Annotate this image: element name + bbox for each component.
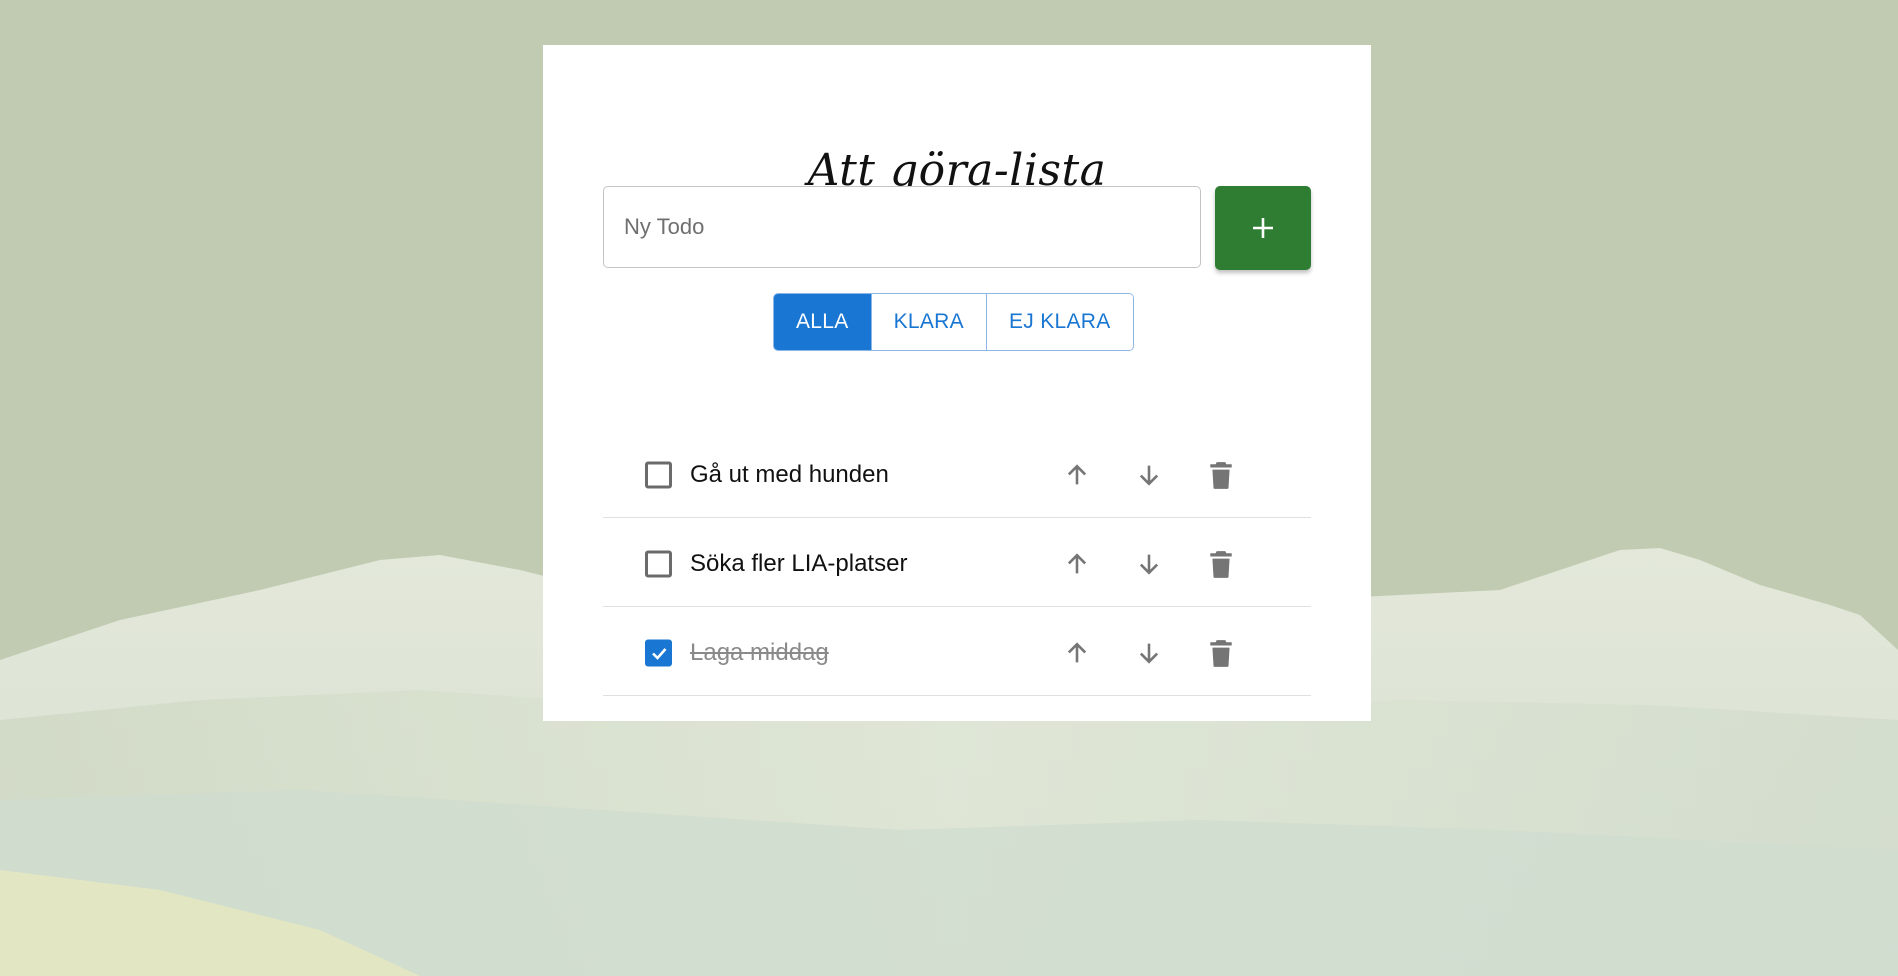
move-down-button[interactable] bbox=[1127, 631, 1171, 675]
arrow-up-icon bbox=[1067, 553, 1087, 574]
arrow-down-icon bbox=[1139, 554, 1159, 575]
delete-button[interactable] bbox=[1199, 453, 1243, 497]
filter-not-done-button[interactable]: EJ KLARA bbox=[985, 294, 1133, 350]
filter-done-button[interactable]: KLARA bbox=[870, 294, 986, 350]
todo-checkbox[interactable] bbox=[645, 550, 672, 578]
todo-checkbox[interactable] bbox=[645, 461, 672, 489]
trash-icon bbox=[1210, 462, 1232, 489]
arrow-down-icon bbox=[1139, 465, 1159, 486]
delete-button[interactable] bbox=[1199, 542, 1243, 586]
move-up-button[interactable] bbox=[1055, 453, 1099, 497]
add-todo-button[interactable] bbox=[1215, 186, 1311, 270]
todo-item: Söka fler LIA-platser bbox=[603, 518, 1311, 607]
trash-icon bbox=[1210, 551, 1232, 578]
todo-list: Gå ut med hunden Söka fler LIA-platser L… bbox=[603, 429, 1311, 696]
todo-item: Gå ut med hunden bbox=[603, 429, 1311, 518]
todo-item: Laga middag bbox=[603, 607, 1311, 696]
todo-text: Laga middag bbox=[690, 639, 829, 666]
todo-checkbox[interactable] bbox=[645, 639, 672, 667]
todo-text: Gå ut med hunden bbox=[690, 461, 889, 488]
move-up-button[interactable] bbox=[1055, 631, 1099, 675]
arrow-up-icon bbox=[1067, 464, 1087, 485]
delete-button[interactable] bbox=[1199, 631, 1243, 675]
filter-toggle-group: ALLA KLARA EJ KLARA bbox=[773, 293, 1134, 351]
arrow-up-icon bbox=[1067, 642, 1087, 663]
trash-icon bbox=[1210, 640, 1232, 667]
new-todo-input[interactable] bbox=[603, 186, 1201, 268]
move-down-button[interactable] bbox=[1127, 542, 1171, 586]
todo-text: Söka fler LIA-platser bbox=[690, 550, 908, 577]
plus-icon bbox=[1250, 215, 1276, 241]
move-up-button[interactable] bbox=[1055, 542, 1099, 586]
filter-all-button[interactable]: ALLA bbox=[774, 294, 871, 350]
check-icon bbox=[651, 647, 666, 660]
arrow-down-icon bbox=[1139, 643, 1159, 664]
todo-card: Att göra-lista ALLA KLARA EJ KLARA Gå ut… bbox=[543, 45, 1371, 721]
move-down-button[interactable] bbox=[1127, 453, 1171, 497]
